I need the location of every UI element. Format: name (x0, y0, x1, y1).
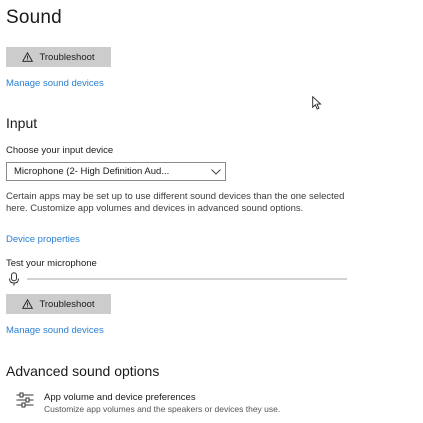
app-volume-preferences-link[interactable]: App volume and device preferences (44, 392, 196, 403)
input-device-dropdown[interactable]: Microphone (2- High Definition Aud... (6, 162, 226, 181)
troubleshoot-label: Troubleshoot (39, 298, 95, 310)
device-properties-link[interactable]: Device properties (6, 234, 80, 245)
warning-icon (22, 299, 34, 309)
output-troubleshoot-button[interactable]: Troubleshoot (6, 47, 111, 67)
input-device-selected-value: Microphone (2- High Definition Aud... (14, 166, 170, 177)
microphone-level-meter (27, 278, 347, 280)
choose-input-device-label: Choose your input device (6, 145, 114, 156)
warning-icon (22, 52, 34, 62)
microphone-icon (8, 272, 20, 291)
troubleshoot-label: Troubleshoot (39, 51, 95, 63)
input-section-title: Input (6, 115, 38, 131)
page-title: Sound (6, 7, 62, 28)
input-troubleshoot-button[interactable]: Troubleshoot (6, 294, 111, 314)
chevron-down-icon (207, 168, 225, 175)
test-microphone-label: Test your microphone (6, 258, 97, 269)
advanced-section-title: Advanced sound options (6, 363, 160, 379)
input-description: Certain apps may be set up to use differ… (6, 191, 345, 214)
input-manage-sound-devices-link[interactable]: Manage sound devices (6, 325, 104, 336)
output-manage-sound-devices-link[interactable]: Manage sound devices (6, 78, 104, 89)
mouse-pointer-icon (312, 95, 322, 115)
sliders-icon[interactable] (16, 392, 34, 413)
app-volume-preferences-subtitle: Customize app volumes and the speakers o… (44, 404, 281, 414)
